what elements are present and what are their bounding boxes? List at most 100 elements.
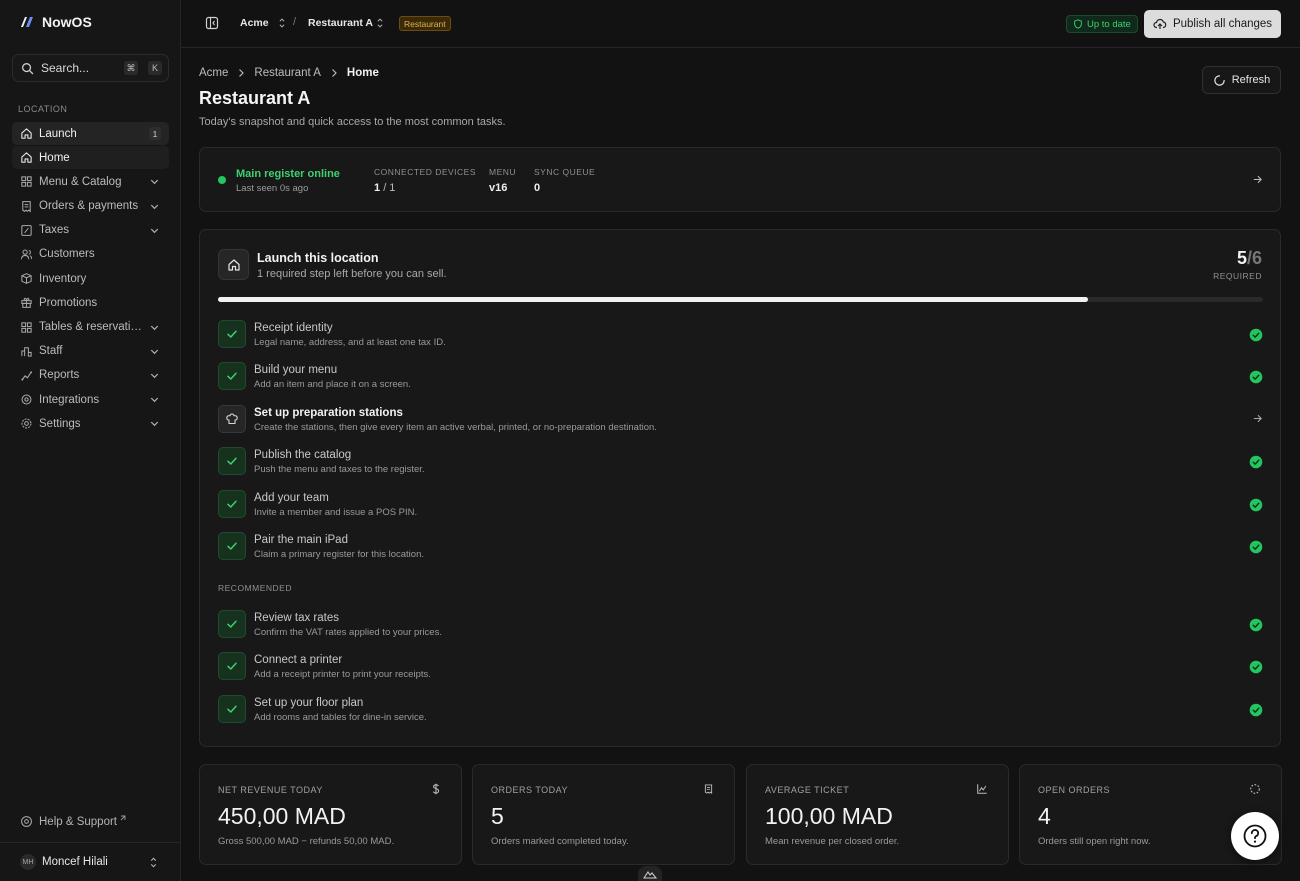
sidebar-item-launch[interactable]: Launch 1: [12, 122, 169, 145]
step-title: Set up preparation stations: [254, 406, 403, 419]
sidebar-item-label: Home: [39, 151, 70, 164]
publish-all-changes-button[interactable]: Publish all changes: [1144, 10, 1281, 38]
user-name: Moncef Hilali: [42, 856, 108, 868]
chevron-down-icon[interactable]: [148, 175, 161, 188]
search-input[interactable]: Search... ⌘ K: [12, 54, 169, 82]
step-status-tile: [218, 404, 246, 433]
step-description: Invite a member and issue a POS PIN.: [254, 506, 418, 518]
chevron-down-icon[interactable]: [148, 321, 161, 334]
chevron-down-icon[interactable]: [148, 345, 161, 358]
nowos-logo-icon: [21, 17, 33, 27]
launch-progress-fill: [218, 297, 1089, 302]
launch-subtitle: 1 required step left before you can sell…: [257, 268, 447, 280]
launch-progress-count: 5/6 REQUIRED: [1213, 248, 1262, 281]
devtools-toggle[interactable]: [638, 866, 662, 881]
connected-devices-total: / 1: [383, 182, 396, 194]
breadcrumb-org[interactable]: Acme: [199, 67, 228, 79]
sidebar-item-promotions[interactable]: Promotions: [12, 291, 169, 314]
chart-icon: [977, 784, 987, 794]
sidebar-item-reports[interactable]: Reports: [12, 364, 169, 387]
help-support-link[interactable]: Help & Support: [20, 815, 126, 828]
checklist-step[interactable]: Add your team Invite a member and issue a…: [218, 489, 1263, 520]
steps-done: 5: [1236, 248, 1247, 268]
sidebar-item-orders-payments[interactable]: Orders & payments: [12, 195, 169, 218]
chevron-down-icon[interactable]: [148, 369, 161, 382]
checklist-step[interactable]: Publish the catalog Push the menu and tax…: [218, 447, 1263, 477]
chevron-down-icon[interactable]: [148, 224, 161, 237]
arrow-right-icon[interactable]: [1252, 174, 1263, 185]
step-title: Publish the catalog: [254, 449, 352, 462]
sidebar-item-label: Orders & payments: [39, 200, 139, 213]
page-title: Restaurant A: [199, 88, 311, 108]
chevron-down-icon[interactable]: [148, 200, 161, 213]
path-separator: /: [293, 16, 297, 28]
check-circle-icon: [1249, 371, 1263, 384]
step-status-tile: [218, 447, 246, 476]
shield-check-icon: [1074, 19, 1082, 29]
checklist-step[interactable]: Receipt identity Legal name, address, and…: [218, 320, 1263, 350]
checklist-step[interactable]: Set up preparation stations Create the st…: [218, 404, 1263, 435]
launch-title: Launch this location: [257, 251, 379, 265]
sidebar-item-settings[interactable]: Settings: [12, 412, 169, 435]
chevron-down-icon[interactable]: [148, 417, 161, 430]
breadcrumb-location[interactable]: Restaurant A: [254, 67, 320, 79]
launch-progress-bar: [218, 297, 1263, 302]
step-end-indicator: [1249, 328, 1263, 342]
step-status-tile: [218, 652, 246, 681]
sidebar-item-integrations[interactable]: Integrations: [12, 388, 169, 411]
sidebar-item-home[interactable]: Home: [12, 146, 169, 170]
checklist-step[interactable]: Pair the main iPad Claim a primary regist…: [218, 532, 1263, 562]
sidebar-item-inventory[interactable]: Inventory: [12, 267, 169, 290]
sidebar-toggle-icon[interactable]: [205, 16, 219, 30]
user-menu[interactable]: MH Moncef Hilali: [0, 842, 180, 881]
location-type-badge: Restaurant: [399, 16, 451, 31]
gift-icon: [21, 298, 32, 309]
search-icon: [22, 62, 34, 74]
register-status-card[interactable]: Main register online Last seen 0s ago CO…: [199, 147, 1281, 212]
refresh-button[interactable]: Refresh: [1202, 66, 1281, 94]
sidebar-item-tables-reservations[interactable]: Tables & reservations: [12, 316, 169, 339]
metric-subtext: Mean revenue per closed order.: [765, 836, 900, 847]
checklist-step[interactable]: Review tax rates Confirm the VAT rates ap…: [218, 610, 1263, 640]
launch-icon-tile: [218, 249, 249, 280]
register-last-seen: Last seen 0s ago: [236, 183, 309, 194]
chevron-up-down-icon[interactable]: [276, 17, 288, 29]
checklist-step[interactable]: Connect a printer Add a receipt printer t…: [218, 652, 1263, 682]
org-switcher[interactable]: Acme: [240, 17, 269, 29]
required-label: REQUIRED: [1213, 271, 1262, 281]
sidebar-item-menu-catalog[interactable]: Menu & Catalog: [12, 170, 169, 193]
chevron-up-down-icon[interactable]: [374, 17, 386, 29]
step-end-indicator: [1252, 413, 1263, 424]
register-status-title: Main register online: [236, 168, 340, 180]
help-chat-button[interactable]: [1231, 812, 1279, 860]
checklist-step[interactable]: Build your menu Add an item and place it …: [218, 362, 1263, 392]
location-switcher[interactable]: Restaurant A: [308, 17, 373, 29]
connected-devices-value: 1 / 1: [374, 182, 476, 194]
sync-queue-value: 0: [534, 182, 541, 194]
question-mark-icon: [1243, 824, 1267, 848]
sidebar-item-customers[interactable]: Customers: [12, 243, 169, 266]
step-end-indicator: [1249, 618, 1263, 632]
users-icon: [20, 249, 33, 260]
sidebar-item-staff[interactable]: Staff: [12, 340, 169, 363]
check-icon: [227, 330, 237, 338]
step-end-indicator: [1249, 455, 1263, 469]
chevron-down-icon[interactable]: [148, 393, 161, 406]
box-icon: [21, 273, 32, 284]
metric-label: OPEN ORDERS: [1038, 785, 1111, 795]
checklist-step[interactable]: Set up your floor plan Add rooms and tabl…: [218, 694, 1263, 725]
sidebar-item-label: Tables & reservations: [39, 321, 142, 333]
step-end-indicator: [1249, 660, 1263, 674]
sidebar-item-label: Menu & Catalog: [39, 175, 122, 188]
sidebar-item-taxes[interactable]: Taxes: [12, 219, 169, 242]
brand[interactable]: NowOS: [19, 14, 92, 30]
step-status-tile: [218, 532, 246, 560]
metric-subtext: Orders marked completed today.: [491, 836, 629, 847]
sidebar-item-label: Settings: [39, 417, 81, 430]
sidebar: NowOS Search... ⌘ K LOCATION Launch 1 Ho…: [0, 0, 181, 881]
page-subtitle: Today's snapshot and quick access to the…: [199, 116, 506, 128]
metric-value: 100,00 MAD: [765, 803, 893, 829]
metric-icon: [703, 783, 714, 795]
check-icon: [227, 662, 237, 671]
search-placeholder: Search...: [41, 61, 90, 75]
